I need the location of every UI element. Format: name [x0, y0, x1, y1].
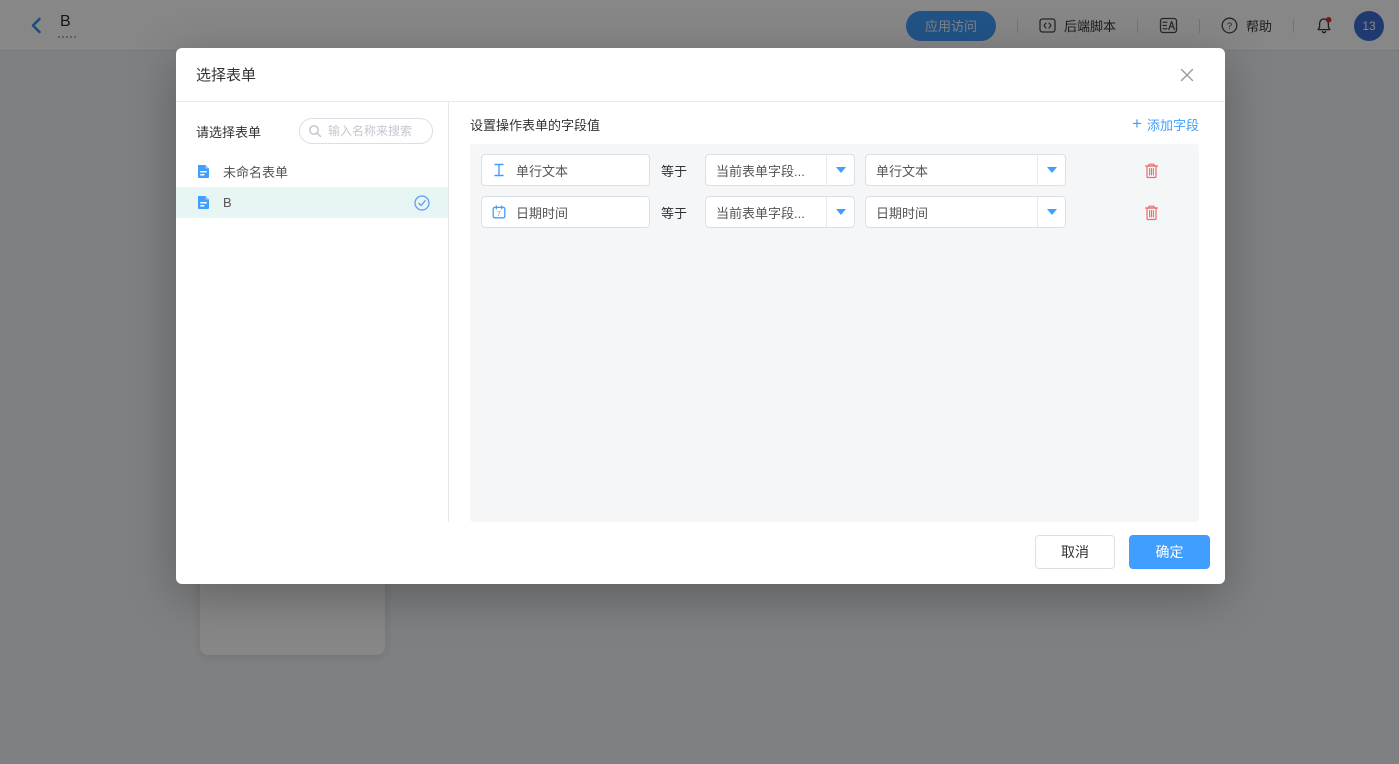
- panel-header: 设置操作表单的字段值 + 添加字段: [470, 104, 1199, 144]
- target-field-box: 单行文本: [481, 154, 650, 186]
- close-button[interactable]: [1177, 65, 1197, 85]
- caret-down-icon: [836, 209, 846, 215]
- text-field-icon: [492, 163, 506, 177]
- caret-down-icon: [1047, 167, 1057, 173]
- select-form-dialog: 选择表单 请选择表单: [176, 48, 1225, 584]
- select-arrow: [1037, 155, 1065, 185]
- delete-row-button[interactable]: [1144, 204, 1159, 221]
- cancel-button[interactable]: 取消: [1035, 535, 1115, 569]
- calendar-icon: 7: [492, 205, 506, 219]
- form-item-label: B: [223, 195, 232, 210]
- form-item-label: 未命名表单: [223, 162, 288, 181]
- target-field-box: 7 日期时间: [481, 196, 650, 228]
- search-box: [299, 118, 433, 144]
- dialog-body: 请选择表单 未命名表单: [176, 102, 1225, 522]
- form-file-icon: [196, 195, 211, 210]
- form-list-item-selected[interactable]: B: [176, 187, 448, 218]
- source-field-value: 日期时间: [866, 203, 1037, 222]
- value-source-select[interactable]: 当前表单字段...: [705, 196, 855, 228]
- dialog-header: 选择表单: [176, 48, 1225, 102]
- dialog-title: 选择表单: [196, 64, 256, 85]
- add-field-button[interactable]: + 添加字段: [1132, 115, 1199, 134]
- field-rows-container: 单行文本 等于 当前表单字段... 单行文本: [470, 144, 1199, 522]
- field-mapping-row: 单行文本 等于 当前表单字段... 单行文本: [481, 154, 1188, 186]
- sidebar-label: 请选择表单: [196, 122, 261, 141]
- panel-title: 设置操作表单的字段值: [470, 115, 600, 134]
- close-icon: [1179, 67, 1195, 83]
- caret-down-icon: [836, 167, 846, 173]
- delete-row-button[interactable]: [1144, 162, 1159, 179]
- search-input[interactable]: [299, 118, 433, 144]
- form-file-icon: [196, 164, 211, 179]
- form-list-item[interactable]: 未命名表单: [176, 156, 448, 187]
- plus-icon: +: [1132, 117, 1142, 131]
- dialog-footer: 取消 确定: [176, 522, 1225, 584]
- target-field-label: 日期时间: [516, 203, 568, 222]
- sidebar-top-row: 请选择表单: [176, 102, 448, 156]
- target-field-label: 单行文本: [516, 161, 568, 180]
- field-mapping-panel: 设置操作表单的字段值 + 添加字段 单行文本 等于: [449, 102, 1225, 522]
- trash-icon: [1144, 162, 1159, 179]
- select-arrow: [1037, 197, 1065, 227]
- select-arrow: [826, 155, 854, 185]
- confirm-button[interactable]: 确定: [1129, 535, 1210, 569]
- value-source-select[interactable]: 当前表单字段...: [705, 154, 855, 186]
- field-mapping-row: 7 日期时间 等于 当前表单字段... 日期时间: [481, 196, 1188, 228]
- operator-label: 等于: [661, 161, 705, 180]
- operator-label: 等于: [661, 203, 705, 222]
- form-list-sidebar: 请选择表单 未命名表单: [176, 102, 449, 522]
- check-circle-icon: [414, 195, 430, 211]
- value-source-value: 当前表单字段...: [706, 203, 826, 222]
- form-list: 未命名表单 B: [176, 156, 448, 218]
- value-source-value: 当前表单字段...: [706, 161, 826, 180]
- svg-text:7: 7: [497, 211, 501, 218]
- trash-icon: [1144, 204, 1159, 221]
- select-arrow: [826, 197, 854, 227]
- caret-down-icon: [1047, 209, 1057, 215]
- source-field-select[interactable]: 单行文本: [865, 154, 1066, 186]
- add-field-label: 添加字段: [1147, 115, 1199, 134]
- source-field-value: 单行文本: [866, 161, 1037, 180]
- source-field-select[interactable]: 日期时间: [865, 196, 1066, 228]
